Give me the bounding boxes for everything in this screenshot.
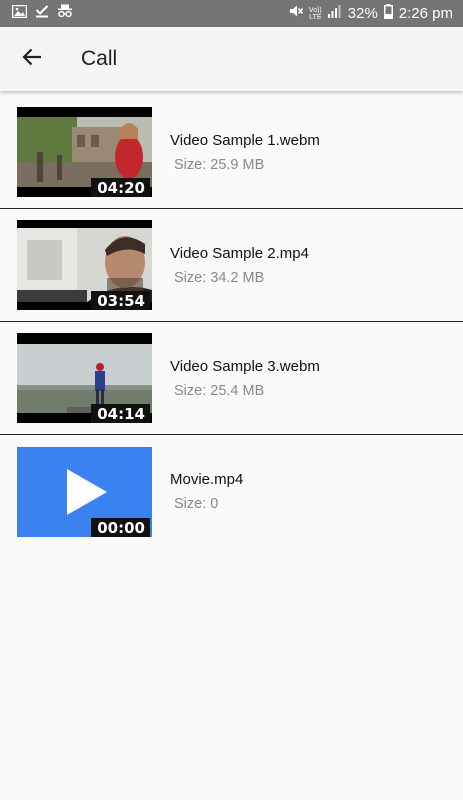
volte-indicator: Vo)) LTE: [309, 7, 322, 21]
video-size: Size: 25.4 MB: [174, 382, 265, 399]
video-info: Video Sample 1.webm Size: 25.9 MB: [170, 132, 320, 173]
video-name: Video Sample 2.mp4: [170, 244, 309, 262]
back-button[interactable]: [12, 39, 52, 79]
video-size: Size: 0: [174, 496, 219, 512]
clock: 2:26 pm: [398, 5, 453, 22]
video-info: Video Sample 2.mp4 Size: 34.2 MB: [170, 245, 309, 286]
status-bar-notifications: [11, 4, 81, 23]
arrow-back-icon: [22, 48, 42, 71]
video-thumbnail: 04:14: [17, 333, 152, 423]
video-list-item[interactable]: 04:14 Video Sample 3.webm Size: 25.4 MB: [0, 322, 463, 435]
page-title: Call: [81, 47, 118, 70]
incognito-icon: [57, 4, 73, 23]
duration-badge: 00:00: [91, 517, 150, 537]
mute-icon: [289, 4, 304, 23]
video-name: Video Sample 1.webm: [170, 131, 320, 149]
status-bar-system: Vo)) LTE 32% 2:26 pm: [283, 3, 453, 24]
lte-label: LTE: [309, 13, 322, 21]
video-info: Movie.mp4 Size: 0: [170, 471, 243, 512]
status-bar: Vo)) LTE 32% 2:26 pm: [0, 0, 463, 27]
battery-percent: 32%: [347, 5, 378, 22]
video-size: Size: 34.2 MB: [174, 269, 265, 286]
gallery-icon: [11, 4, 28, 23]
video-info: Video Sample 3.webm Size: 25.4 MB: [170, 358, 320, 399]
video-list-item[interactable]: 04:20 Video Sample 1.webm Size: 25.9 MB: [0, 96, 463, 209]
video-thumbnail: 03:54: [17, 220, 152, 310]
video-name: Video Sample 3.webm: [170, 357, 320, 375]
video-thumbnail: 04:20: [17, 107, 152, 197]
download-done-icon: [35, 4, 49, 23]
video-list-item[interactable]: 03:54 Video Sample 2.mp4 Size: 34.2 MB: [0, 209, 463, 322]
video-thumbnail: 00:00: [17, 446, 152, 537]
video-list: 04:20 Video Sample 1.webm Size: 25.9 MB …: [0, 96, 463, 548]
signal-icon: [327, 4, 342, 23]
battery-icon: [383, 3, 393, 24]
duration-badge: 04:20: [91, 178, 150, 197]
duration-badge: 04:14: [91, 404, 150, 423]
volte-label: Vo)): [308, 6, 322, 14]
video-size: Size: 25.9 MB: [174, 156, 265, 173]
video-list-item[interactable]: 00:00 Movie.mp4 Size: 0: [0, 435, 463, 548]
duration-badge: 03:54: [91, 291, 150, 310]
app-bar: Call: [0, 27, 463, 91]
video-name: Movie.mp4: [170, 471, 244, 488]
